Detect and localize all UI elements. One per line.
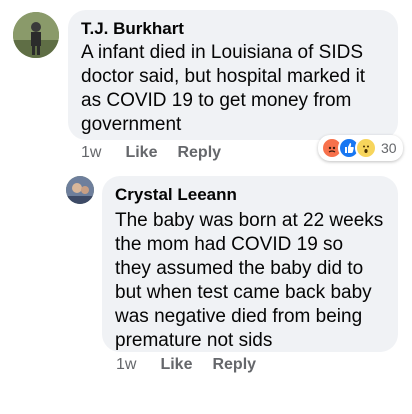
comment-timestamp[interactable]: 1w	[116, 356, 136, 374]
avatar[interactable]	[13, 12, 59, 58]
comment-text: A infant died in Louisiana of SIDS docto…	[81, 42, 366, 135]
like-button[interactable]: Like	[160, 356, 192, 374]
comment-bubble: Crystal Leeann The baby was born at 22 w…	[102, 176, 398, 352]
like-button[interactable]: Like	[125, 144, 157, 162]
comment-timestamp[interactable]: 1w	[81, 144, 101, 162]
comment-author[interactable]: T.J. Burkhart	[81, 19, 384, 39]
reaction-count: 30	[381, 140, 397, 156]
comment-actions: 1w Like Reply	[116, 356, 276, 374]
wow-icon	[355, 137, 377, 159]
comment-text: The baby was born at 22 weeks the mom ha…	[115, 210, 384, 351]
comment-bubble: T.J. Burkhart A infant died in Louisiana…	[68, 10, 398, 140]
comment-actions: 1w Like Reply	[81, 144, 241, 162]
reaction-summary[interactable]: 30	[318, 135, 403, 161]
avatar[interactable]	[66, 176, 94, 204]
reply-button[interactable]: Reply	[177, 144, 221, 162]
comment-author[interactable]: Crystal Leeann	[115, 185, 384, 205]
reply-button[interactable]: Reply	[212, 356, 256, 374]
